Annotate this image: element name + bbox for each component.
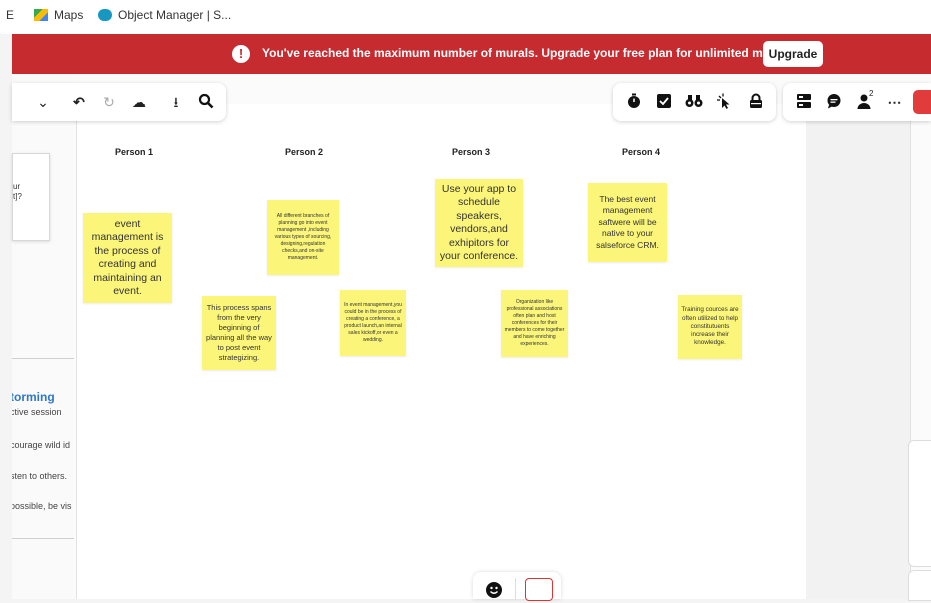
sticky-note[interactable]: The best event management saftwere will …	[588, 183, 667, 262]
toolbar-collaboration: 2 ⋯	[783, 83, 931, 121]
column-header: Person 3	[452, 147, 491, 157]
timer-icon[interactable]	[625, 93, 643, 111]
upgrade-banner: ! You've reached the maximum number of m…	[12, 34, 931, 74]
binoculars-icon[interactable]	[685, 93, 703, 111]
collaborator-count: 2	[869, 89, 874, 98]
right-dock-widget[interactable]	[908, 440, 931, 567]
bookmark-item[interactable]: E	[6, 8, 14, 22]
sticky-note[interactable]: Use your app to schedule speakers, vendo…	[435, 179, 523, 267]
record-icon[interactable]	[913, 90, 931, 114]
card-text-line: ur	[13, 182, 21, 191]
chevron-down-icon[interactable]: ⌄	[34, 93, 52, 111]
sticky-note[interactable]: event management is the process of creat…	[83, 213, 172, 303]
cursor-click-icon[interactable]	[715, 93, 733, 111]
maps-icon	[34, 9, 48, 21]
brainstorming-guide: torming ctive session courage wild id st…	[12, 378, 74, 538]
toolbar-left: ⌄ ↶ ↻ ☁ ⭳	[12, 83, 226, 121]
comment-icon[interactable]	[825, 93, 843, 111]
sticky-note[interactable]: This process spans from the very beginni…	[202, 296, 276, 370]
reaction-icon[interactable]	[486, 582, 502, 598]
mural-thumbnail[interactable]	[525, 578, 553, 601]
column-header: Person 4	[622, 147, 661, 157]
column-header: Person 1	[115, 147, 154, 157]
guide-line: courage wild id	[12, 440, 71, 450]
sticky-note[interactable]: In event management,you could be in the …	[340, 290, 406, 356]
bookmark-bar: E Maps Object Manager | S...	[0, 0, 931, 34]
divider	[12, 358, 74, 359]
bookmark-object-manager[interactable]: Object Manager | S...	[98, 8, 231, 22]
sticky-note[interactable]: All different branches of planning go in…	[267, 200, 339, 275]
guide-line: possible, be vis	[12, 501, 72, 511]
right-dock-widget[interactable]	[908, 570, 931, 601]
column-header: Person 2	[285, 147, 324, 157]
sticky-note[interactable]: Organization like professional associati…	[501, 290, 568, 357]
bottom-toolbar	[473, 572, 561, 601]
guide-line: sten to others.	[12, 471, 68, 481]
check-square-icon[interactable]	[655, 93, 673, 111]
lock-icon[interactable]	[747, 93, 765, 111]
divider	[12, 538, 74, 539]
banner-message: You've reached the maximum number of mur…	[262, 46, 795, 60]
salesforce-cloud-icon	[98, 9, 112, 21]
upgrade-button[interactable]: Upgrade	[763, 41, 823, 67]
guide-title: torming	[12, 390, 55, 404]
left-panel-card[interactable]: ur t]?	[12, 153, 50, 241]
divider	[515, 578, 516, 599]
toolbar-facilitation	[613, 83, 776, 121]
download-icon[interactable]: ⭳	[167, 93, 185, 111]
bookmark-maps[interactable]: Maps	[34, 8, 83, 22]
more-icon[interactable]: ⋯	[886, 93, 904, 111]
sticky-note[interactable]: Training cources are often utilized to h…	[678, 295, 742, 359]
user-icon[interactable]: 2	[855, 89, 873, 111]
redo-icon[interactable]: ↻	[100, 93, 118, 111]
right-canvas-margin	[806, 104, 910, 599]
undo-icon[interactable]: ↶	[70, 93, 88, 111]
layout-icon[interactable]	[795, 93, 813, 111]
cloud-sync-icon[interactable]: ☁	[130, 93, 148, 111]
search-icon[interactable]	[197, 93, 215, 111]
alert-icon: !	[232, 45, 250, 63]
guide-line: ctive session	[12, 407, 62, 417]
card-text-line: t]?	[13, 192, 22, 201]
